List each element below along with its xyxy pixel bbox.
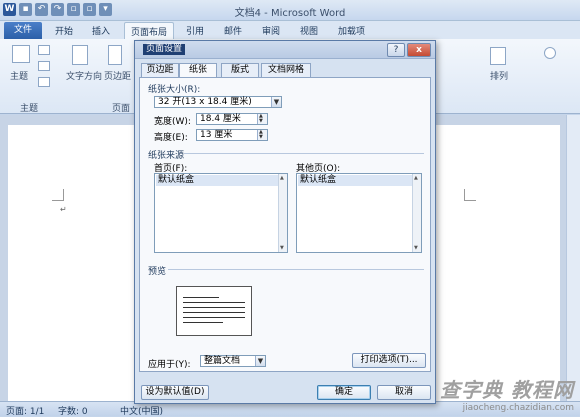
- group-label-page-setup: 页面: [112, 104, 131, 114]
- paragraph-mark-icon: ↵: [60, 205, 67, 214]
- dialog-help-button[interactable]: ?: [387, 43, 405, 57]
- page-preview: [176, 286, 252, 336]
- vertical-scrollbar[interactable]: [566, 115, 580, 401]
- scroll-up-icon[interactable]: ▲: [414, 175, 418, 181]
- group-label-themes: 主题: [20, 104, 39, 114]
- preview-text-line: [183, 322, 223, 323]
- margin-corner-mark-left: [52, 189, 64, 201]
- set-as-default-button[interactable]: 设为默认值(D): [141, 385, 209, 400]
- width-value: 18.4 厘米: [200, 114, 241, 124]
- title-bar: W ▪ ↶ ↷ ▫ ▫ ▾ 文档4 - Microsoft Word: [0, 0, 580, 21]
- margins-label[interactable]: 页边距: [104, 69, 131, 82]
- other-pages-scrollbar[interactable]: ▲ ▼: [412, 174, 421, 252]
- other-pages-listbox[interactable]: 默认纸盒 ▲ ▼: [296, 173, 422, 253]
- scroll-down-icon[interactable]: ▼: [280, 245, 284, 251]
- height-label: 高度(E):: [154, 133, 188, 143]
- section-divider: [168, 269, 424, 270]
- status-word-count[interactable]: 字数: 0: [58, 404, 88, 417]
- preview-text-line: [183, 312, 245, 313]
- preview-text-line: [183, 297, 219, 298]
- status-page-count[interactable]: 页面: 1/1: [6, 404, 44, 417]
- tab-layout[interactable]: 版式: [221, 63, 259, 77]
- window-title: 文档4 - Microsoft Word: [234, 8, 346, 19]
- dialog-title-bar[interactable]: 页面设置 ? x: [135, 41, 435, 59]
- height-spinner[interactable]: 13 厘米 ▲ ▼: [196, 129, 268, 141]
- watermark-url: jiaocheng.chazidian.com: [462, 403, 574, 413]
- paper-tab-panel: 纸张大小(R): 32 开(13 x 18.4 厘米) ▼ 宽度(W): 18.…: [139, 77, 431, 372]
- chevron-down-icon[interactable]: ▼: [255, 356, 265, 366]
- arrange-label[interactable]: 排列: [490, 69, 508, 82]
- apply-to-dropdown[interactable]: 整篇文档 ▼: [200, 355, 266, 367]
- dialog-title: 页面设置: [143, 44, 186, 55]
- height-value: 13 厘米: [200, 130, 233, 140]
- help-circle-icon[interactable]: [544, 47, 556, 59]
- page-setup-dialog: 页面设置 ? x 页边距 纸张 版式 文档网格 纸张大小(R): 32 开(13…: [134, 40, 436, 404]
- tab-document-grid[interactable]: 文档网格: [261, 63, 311, 77]
- paper-size-value: 32 开(13 x 18.4 厘米): [158, 97, 252, 107]
- scroll-up-icon[interactable]: ▲: [280, 175, 284, 181]
- tab-references[interactable]: 引用: [186, 24, 204, 37]
- other-pages-selected-item[interactable]: 默认纸盒: [298, 175, 412, 186]
- themes-icon[interactable]: [12, 45, 30, 63]
- height-spin-arrows-icon[interactable]: ▲ ▼: [257, 130, 267, 140]
- ok-button[interactable]: 确定: [317, 385, 371, 400]
- text-direction-icon[interactable]: [72, 45, 88, 65]
- themes-button-label[interactable]: 主题: [10, 69, 28, 82]
- first-page-listbox[interactable]: 默认纸盒 ▲ ▼: [154, 173, 288, 253]
- tab-mailings[interactable]: 邮件: [224, 24, 242, 37]
- margins-icon[interactable]: [108, 45, 122, 65]
- width-spin-arrows-icon[interactable]: ▲ ▼: [257, 114, 267, 124]
- apply-to-label: 应用于(Y):: [148, 360, 191, 370]
- ribbon-tab-row: 文件 开始 插入 页面布局 引用 邮件 审阅 视图 加载项: [0, 21, 580, 39]
- arrange-icon[interactable]: [490, 47, 506, 65]
- apply-to-value: 整篇文档: [204, 356, 241, 366]
- tab-add-ins[interactable]: 加载项: [338, 24, 365, 37]
- tab-margins[interactable]: 页边距: [141, 63, 179, 77]
- tab-file[interactable]: 文件: [4, 22, 42, 39]
- tab-view[interactable]: 视图: [300, 24, 318, 37]
- first-page-selected-item[interactable]: 默认纸盒: [156, 175, 278, 186]
- watermark-logo: 查字典 教程网: [440, 378, 574, 402]
- preview-text-line: [183, 317, 245, 318]
- site-watermark: 查字典 教程网 jiaocheng.chazidian.com: [440, 374, 574, 413]
- cancel-button[interactable]: 取消: [377, 385, 431, 400]
- text-direction-label[interactable]: 文字方向: [66, 69, 102, 82]
- scroll-down-icon[interactable]: ▼: [414, 245, 418, 251]
- paper-size-label: 纸张大小(R):: [148, 85, 201, 95]
- theme-colors-icon[interactable]: [38, 45, 50, 55]
- dialog-close-button[interactable]: x: [407, 43, 431, 57]
- preview-text-line: [183, 307, 245, 308]
- tab-review[interactable]: 审阅: [262, 24, 280, 37]
- tab-insert[interactable]: 插入: [92, 24, 110, 37]
- theme-effects-icon[interactable]: [38, 77, 50, 87]
- chevron-down-icon[interactable]: ▼: [271, 97, 281, 107]
- paper-source-label: 纸张来源: [148, 151, 185, 161]
- status-language[interactable]: 中文(中国): [120, 404, 163, 417]
- width-spinner[interactable]: 18.4 厘米 ▲ ▼: [196, 113, 268, 125]
- section-divider: [184, 153, 424, 154]
- preview-label: 预览: [148, 267, 167, 277]
- theme-fonts-icon[interactable]: [38, 61, 50, 71]
- paper-size-dropdown[interactable]: 32 开(13 x 18.4 厘米) ▼: [154, 96, 282, 108]
- print-options-button[interactable]: 打印选项(T)...: [352, 353, 426, 368]
- first-page-scrollbar[interactable]: ▲ ▼: [278, 174, 287, 252]
- preview-text-line: [183, 302, 245, 303]
- tab-paper[interactable]: 纸张: [179, 63, 217, 78]
- tab-home[interactable]: 开始: [55, 24, 73, 37]
- margin-corner-mark-right: [464, 189, 476, 201]
- width-label: 宽度(W):: [154, 117, 191, 127]
- tab-page-layout[interactable]: 页面布局: [124, 22, 175, 39]
